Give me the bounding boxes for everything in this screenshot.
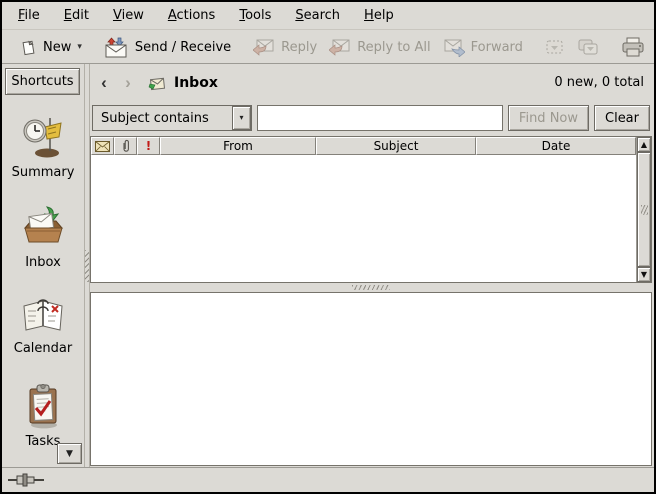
shortcut-bar: Shortcuts xyxy=(2,64,84,467)
search-bar: Subject contains ▾ Find Now Clear xyxy=(90,101,652,135)
sidebar-item-label: Tasks xyxy=(26,434,61,449)
new-button[interactable]: New ▾ xyxy=(14,35,88,60)
paperclip-icon xyxy=(121,139,131,153)
sidebar-item-calendar[interactable]: Calendar xyxy=(2,288,84,378)
sidebar-item-summary[interactable]: Summary xyxy=(2,108,84,198)
clear-button[interactable]: Clear xyxy=(594,105,650,131)
print-button[interactable] xyxy=(615,33,651,62)
reply-to-all-label: Reply to All xyxy=(357,40,430,55)
inbox-icon xyxy=(20,204,66,250)
forward-icon xyxy=(443,37,465,57)
splitter-grip-icon xyxy=(85,250,89,282)
sidebar-item-inbox[interactable]: Inbox xyxy=(2,198,84,288)
menu-help[interactable]: Help xyxy=(352,3,406,28)
online-status-plug-icon[interactable] xyxy=(8,473,44,487)
shortcuts-group-button[interactable]: Shortcuts xyxy=(5,68,80,95)
move-to-folder-button[interactable] xyxy=(539,34,571,60)
column-date[interactable]: Date xyxy=(476,137,636,155)
menu-file[interactable]: File xyxy=(6,3,52,28)
column-priority[interactable]: ! xyxy=(137,137,160,155)
copy-to-folder-icon xyxy=(577,38,599,56)
envelope-icon xyxy=(95,141,110,152)
forward-button-nav[interactable]: › xyxy=(118,73,138,93)
search-input[interactable] xyxy=(257,105,503,131)
send-receive-icon xyxy=(104,37,129,58)
menu-bar: File Edit View Actions Tools Search Help xyxy=(2,2,654,30)
arrow-down-icon: ▼ xyxy=(641,270,647,279)
arrow-up-icon: ▲ xyxy=(641,140,647,149)
menu-view[interactable]: View xyxy=(101,3,156,28)
back-button[interactable]: ‹ xyxy=(94,73,114,93)
evolution-window: File Edit View Actions Tools Search Help… xyxy=(0,0,656,494)
message-list-body[interactable] xyxy=(91,155,636,282)
preview-pane[interactable] xyxy=(90,292,652,466)
scroll-up-button[interactable]: ▲ xyxy=(637,137,651,152)
shortcut-items: Summary xyxy=(2,100,84,467)
combo-arrow-icon: ▾ xyxy=(232,106,251,130)
reply-to-all-icon xyxy=(329,37,351,57)
folder-title: Inbox xyxy=(174,75,218,91)
menu-actions[interactable]: Actions xyxy=(156,3,228,28)
sidebar-item-label: Inbox xyxy=(25,255,61,270)
folder-message-count: 0 new, 0 total xyxy=(554,75,644,90)
calendar-icon xyxy=(20,294,66,336)
scrollbar-grip-icon xyxy=(641,205,648,215)
forward-label: Forward xyxy=(471,40,523,55)
scrollbar-thumb[interactable] xyxy=(637,152,651,267)
message-list-scrollbar[interactable]: ▲ ▼ xyxy=(636,137,651,282)
new-document-icon xyxy=(20,39,37,56)
priority-icon: ! xyxy=(146,139,151,153)
menu-tools[interactable]: Tools xyxy=(227,3,283,28)
menu-edit[interactable]: Edit xyxy=(52,3,101,28)
preview-splitter[interactable] xyxy=(90,283,652,292)
column-from[interactable]: From xyxy=(160,137,316,155)
find-now-button[interactable]: Find Now xyxy=(508,105,589,131)
column-message-status[interactable] xyxy=(91,137,114,155)
inbox-folder-icon xyxy=(148,75,166,91)
send-receive-label: Send / Receive xyxy=(135,40,231,55)
column-subject[interactable]: Subject xyxy=(316,137,476,155)
content-area: Shortcuts xyxy=(2,64,654,467)
shortcut-scroll-down-button[interactable]: ▼ xyxy=(57,443,82,464)
scroll-down-button[interactable]: ▼ xyxy=(637,267,651,282)
reply-to-all-button[interactable]: Reply to All xyxy=(323,33,436,61)
search-criteria-value: Subject contains xyxy=(93,106,232,130)
new-button-label: New xyxy=(43,40,71,55)
status-bar xyxy=(2,467,654,492)
toolbar: New ▾ Send / Receive xyxy=(2,31,654,64)
main-pane: ‹ › Inbox 0 new, 0 total xyxy=(90,64,652,467)
copy-to-folder-button[interactable] xyxy=(571,34,605,60)
chevron-down-icon: ▼ xyxy=(66,449,73,459)
tasks-icon xyxy=(22,383,64,429)
message-list-header: ! From Subject Date xyxy=(91,137,636,155)
reply-icon xyxy=(253,37,275,57)
forward-arrow-icon: › xyxy=(125,73,131,93)
shortcuts-label: Shortcuts xyxy=(11,74,73,89)
print-icon xyxy=(621,37,645,58)
column-attachment[interactable] xyxy=(114,137,137,155)
chevron-down-icon: ▾ xyxy=(77,43,82,52)
folder-header: ‹ › Inbox 0 new, 0 total xyxy=(90,64,652,101)
move-to-folder-icon xyxy=(545,38,565,56)
send-receive-button[interactable]: Send / Receive xyxy=(98,33,237,62)
delete-button[interactable] xyxy=(651,33,656,62)
back-arrow-icon: ‹ xyxy=(101,73,107,93)
reply-label: Reply xyxy=(281,40,317,55)
menu-search[interactable]: Search xyxy=(283,3,352,28)
search-criteria-dropdown[interactable]: Subject contains ▾ xyxy=(92,105,252,131)
sidebar-item-label: Calendar xyxy=(14,341,72,356)
splitter-grip-icon xyxy=(352,285,390,290)
forward-button[interactable]: Forward xyxy=(437,33,529,61)
summary-icon xyxy=(20,114,66,160)
reply-button[interactable]: Reply xyxy=(247,33,323,61)
message-list: ! From Subject Date ▲ ▼ xyxy=(90,136,652,283)
sidebar-item-label: Summary xyxy=(12,165,75,180)
